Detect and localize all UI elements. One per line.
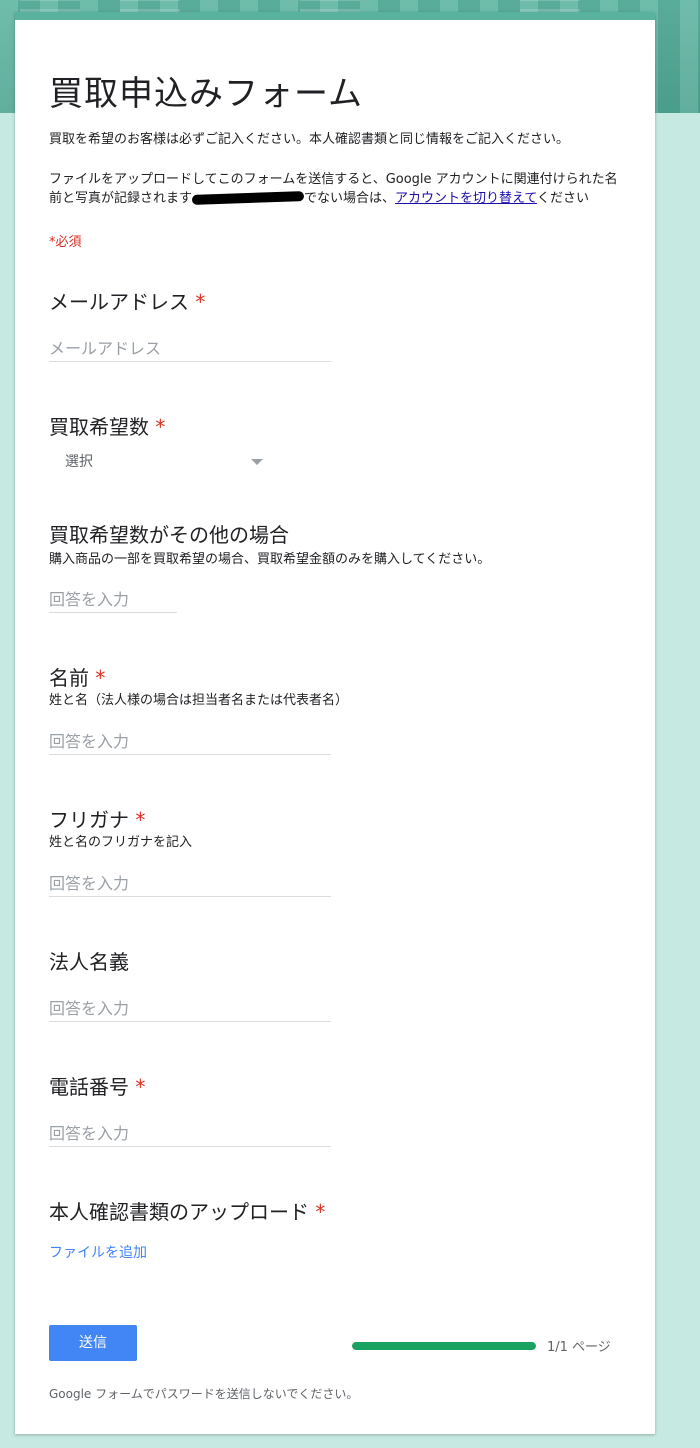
question-help-text: 姓と名のフリガナを記入: [49, 835, 193, 850]
question-corporate-name-title: 法人名義: [49, 946, 129, 975]
required-star: *: [155, 415, 166, 439]
required-star: *: [135, 1075, 146, 1099]
required-star: *: [195, 290, 206, 314]
password-warning: Google フォームでパスワードを送信しないでください。: [49, 1387, 359, 1401]
form-description: 買取を希望のお客様は必ずご記入ください。本人確認書類と同じ情報をご記入ください。: [49, 132, 570, 147]
required-note: *必須: [49, 235, 82, 250]
progress-fill: [352, 1342, 536, 1350]
progress-bar: [352, 1342, 536, 1350]
question-other-quantity-title: 買取希望数がその他の場合: [49, 519, 289, 548]
question-title-text: 名前: [49, 666, 89, 690]
form-title: 買取申込みフォーム: [49, 74, 363, 114]
account-notice: ファイルをアップロードしてこのフォームを送信すると、Google アカウントに関…: [49, 170, 629, 208]
dropdown-caret-icon: [251, 459, 263, 465]
email-input[interactable]: メールアドレス: [49, 337, 331, 362]
question-title-text: メールアドレス: [49, 290, 189, 314]
question-help-text: 姓と名（法人様の場合は担当者名または代表者名）: [49, 693, 349, 708]
form-card: 買取申込みフォーム 買取を希望のお客様は必ずご記入ください。本人確認書類と同じ情…: [15, 12, 655, 1434]
page-indicator: 1/1 ページ: [547, 1340, 611, 1355]
question-quantity-title: 買取希望数 *: [49, 411, 165, 440]
account-notice-text-3: ください: [537, 191, 590, 206]
question-email-title: メールアドレス *: [49, 286, 205, 315]
account-notice-text-2: でない場合は、: [304, 191, 396, 206]
switch-account-link[interactable]: アカウントを切り替えて: [395, 191, 537, 206]
name-input[interactable]: 回答を入力: [49, 730, 331, 755]
phone-input[interactable]: 回答を入力: [49, 1122, 331, 1147]
question-help-text: 購入商品の一部を買取希望の場合、買取希望金額のみを購入してください。: [49, 552, 491, 567]
quantity-select[interactable]: 選択: [65, 450, 275, 474]
question-title-text: 法人名義: [49, 950, 129, 974]
question-title-text: 電話番号: [49, 1075, 129, 1099]
other-quantity-input[interactable]: 回答を入力: [49, 588, 177, 613]
submit-button[interactable]: 送信: [49, 1325, 137, 1361]
required-star: *: [95, 666, 106, 690]
furigana-input[interactable]: 回答を入力: [49, 872, 331, 897]
add-file-button[interactable]: ファイルを追加: [49, 1242, 147, 1262]
question-upload-title: 本人確認書類のアップロード *: [49, 1196, 325, 1225]
question-title-text: 買取希望数がその他の場合: [49, 523, 289, 547]
required-star: *: [315, 1200, 326, 1224]
corporate-name-input[interactable]: 回答を入力: [49, 997, 331, 1022]
select-value: 選択: [65, 454, 93, 470]
redacted-email: [191, 191, 305, 205]
question-name-title: 名前 *: [49, 662, 105, 691]
question-title-text: フリガナ: [49, 808, 129, 832]
question-phone-title: 電話番号 *: [49, 1071, 145, 1100]
question-title-text: 買取希望数: [49, 415, 149, 439]
question-furigana-title: フリガナ *: [49, 804, 145, 833]
required-star: *: [135, 808, 146, 832]
question-title-text: 本人確認書類のアップロード: [49, 1200, 309, 1224]
